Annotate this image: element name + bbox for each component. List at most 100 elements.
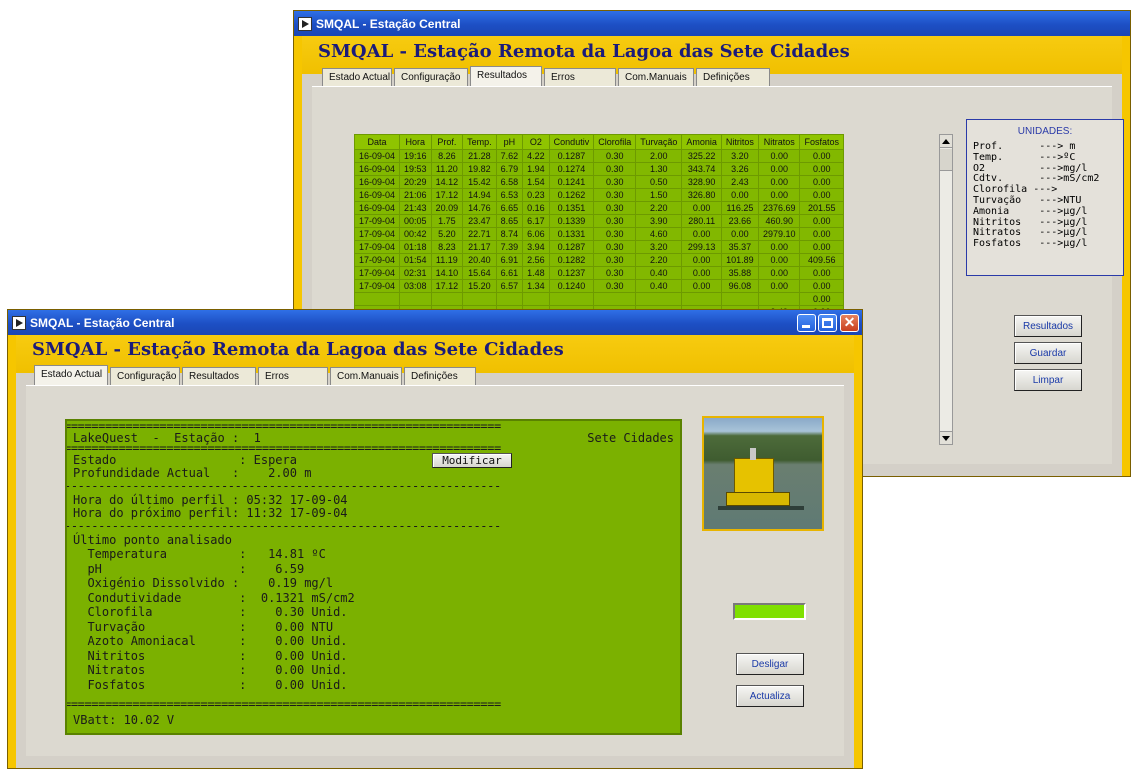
table-cell: [462, 292, 497, 306]
table-cell: 0.40: [635, 266, 683, 280]
resultados-button[interactable]: Resultados: [1014, 315, 1082, 337]
table-row[interactable]: 16-09-04 21:06 17.12 14.94 6.53 0.23 0.1262 0.3…: [353, 188, 844, 202]
table-cell: 17-09-04: [353, 240, 401, 254]
table-cell: 0.00: [757, 188, 801, 202]
front-tab-com-manuais[interactable]: Com.Manuais: [330, 367, 402, 385]
table-cell: 0.00: [681, 201, 722, 215]
front-tab-definicoes[interactable]: Definições: [404, 367, 476, 385]
front-window-titlebar[interactable]: SMQAL - Estação Central ✕: [8, 310, 862, 335]
table-cell: 17-09-04: [353, 227, 401, 241]
lcd-last-point-title: Último ponto analisado: [73, 533, 232, 547]
desligar-button[interactable]: Desligar: [736, 653, 804, 675]
table-row[interactable]: 17-09-04 00:05 1.75 23.47 8.65 6.17 0.1339 0.30…: [353, 214, 844, 228]
table-cell: 21:06: [399, 188, 432, 202]
table-cell: 3.20: [635, 240, 683, 254]
results-scrollbar[interactable]: [939, 134, 953, 445]
table-cell: 0.30: [593, 188, 637, 202]
table-row[interactable]: 17-09-04 02:31 14.10 15.64 6.61 1.48 0.1237 0.3…: [353, 266, 844, 280]
table-header-cell: pH: [495, 134, 524, 150]
limpar-button[interactable]: Limpar: [1014, 369, 1082, 391]
table-cell: 0.00: [681, 266, 722, 280]
status-lcd-display: ========================================…: [65, 419, 682, 735]
table-cell: 15.20: [462, 279, 497, 293]
table-cell: 7.39: [495, 240, 524, 254]
buoy-platform-icon: [734, 458, 774, 494]
table-row[interactable]: 16-09-04 21:43 20.09 14.76 6.65 0.16 0.1351 0.3…: [353, 201, 844, 215]
table-row[interactable]: 17-09-04 01:54 11.19 20.40 6.91 2.56 0.1282 0.3…: [353, 253, 844, 267]
close-button[interactable]: ✕: [840, 314, 859, 332]
table-cell: 0.00: [757, 149, 801, 163]
table-row[interactable]: 17-09-04 01:18 8.23 21.17 7.39 3.94 0.1287 0.30…: [353, 240, 844, 254]
front-tab-resultados[interactable]: Resultados: [182, 367, 256, 385]
scroll-thumb[interactable]: [940, 149, 952, 171]
table-cell: 0.16: [522, 201, 550, 215]
table-cell: 299.13: [681, 240, 722, 254]
back-tab-definicoes[interactable]: Definições: [696, 68, 770, 86]
maximize-button[interactable]: [818, 314, 837, 332]
table-cell: 0.00: [799, 240, 844, 254]
back-tab-configuracao[interactable]: Configuração: [394, 68, 468, 86]
table-cell: 0.1240: [548, 279, 595, 293]
table-row[interactable]: 16-09-04 19:53 11.20 19.82 6.79 1.94 0.1274 0.3…: [353, 162, 844, 176]
actualiza-button[interactable]: Actualiza: [736, 685, 804, 707]
back-tab-com-manuais[interactable]: Com.Manuais: [618, 68, 694, 86]
table-row[interactable]: 16-09-04 20:29 14.12 15.42 6.58 1.54 0.1241 0.3…: [353, 175, 844, 189]
table-cell: 14.10: [430, 266, 464, 280]
table-cell: 1.50: [635, 188, 683, 202]
table-cell: 0.00: [799, 227, 844, 241]
table-cell: 01:18: [399, 240, 432, 254]
table-row[interactable]: 17-09-04 03:08 17.12 15.20 6.57 1.34 0.1240 0.3…: [353, 279, 844, 293]
table-cell: 6.61: [495, 266, 524, 280]
table-cell: 0.30: [593, 175, 637, 189]
table-row[interactable]: 0.00: [353, 292, 844, 306]
scroll-down-arrow-icon[interactable]: [940, 431, 952, 444]
table-cell: [757, 292, 801, 306]
table-cell: 21:43: [399, 201, 432, 215]
lcd-measurement-line: Nitratos : 0.00 Unid.: [73, 663, 348, 677]
table-cell: 01:54: [399, 253, 432, 267]
lcd-vbatt: VBatt: 10.02 V: [73, 713, 175, 727]
back-tab-resultados[interactable]: Resultados: [470, 66, 542, 86]
table-cell: 5.20: [430, 227, 464, 241]
table-cell: 7.62: [495, 149, 524, 163]
table-row[interactable]: 17-09-04 00:42 5.20 22.71 8.74 6.06 0.1331 0.30…: [353, 227, 844, 241]
table-cell: [593, 292, 637, 306]
table-cell: [635, 292, 683, 306]
table-cell: 0.23: [522, 188, 550, 202]
minimize-button[interactable]: [797, 314, 816, 332]
table-cell: 96.08: [720, 279, 759, 293]
guardar-button[interactable]: Guardar: [1014, 342, 1082, 364]
back-window-titlebar[interactable]: SMQAL - Estação Central: [294, 11, 1130, 36]
back-tab-erros[interactable]: Erros: [544, 68, 616, 86]
table-cell: 0.30: [593, 279, 637, 293]
station-photo: [702, 416, 824, 531]
table-cell: 14.12: [430, 175, 464, 189]
modificar-button[interactable]: Modificar: [432, 453, 512, 468]
front-tab-configuracao[interactable]: Configuração: [110, 367, 180, 385]
front-tab-erros[interactable]: Erros: [258, 367, 328, 385]
front-window-body: SMQAL - Estação Remota da Lagoa das Sete…: [16, 335, 854, 768]
table-cell: 16-09-04: [353, 162, 401, 176]
back-tab-estado-actual[interactable]: Estado Actual: [322, 68, 392, 86]
back-window-title: SMQAL - Estação Central: [316, 16, 461, 31]
front-tab-estado-actual[interactable]: Estado Actual: [34, 365, 108, 385]
table-row[interactable]: 16-09-04 19:16 8.26 21.28 7.62 4.22 0.1287 0.30…: [353, 149, 844, 163]
table-cell: 0.30: [593, 149, 637, 163]
unit-line: Fosfatos --->µg/l: [973, 238, 1088, 250]
table-cell: 1.34: [522, 279, 550, 293]
labview-app-icon: [298, 16, 312, 31]
table-cell: 0.1287: [548, 240, 595, 254]
table-cell: 326.80: [681, 188, 722, 202]
unit-line: Temp. --->ºC: [973, 151, 1076, 163]
maximize-icon: [822, 318, 833, 328]
table-cell: 0.1262: [548, 188, 595, 202]
units-list: Prof. ---> m Temp. --->ºC O2 --->mg/l Cdtv.…: [973, 141, 1099, 250]
scroll-up-arrow-icon[interactable]: [940, 135, 952, 148]
table-cell: 8.65: [495, 214, 524, 228]
table-cell: 0.30: [593, 201, 637, 215]
table-cell: 325.22: [681, 149, 722, 163]
unit-line: Amonia --->µg/l: [973, 205, 1088, 217]
table-cell: 2.20: [635, 201, 683, 215]
lcd-measurement-line: Oxigénio Dissolvido : 0.19 mg/l: [73, 576, 334, 590]
table-cell: 1.30: [635, 162, 683, 176]
